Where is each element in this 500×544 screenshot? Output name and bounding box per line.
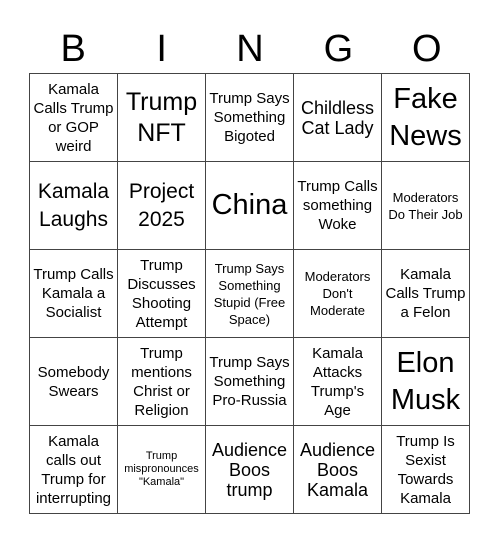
bingo-cell-text: Trump Says Something Stupid (Free Space) (213, 260, 286, 327)
bingo-cell[interactable]: Somebody Swears (30, 338, 118, 426)
bingo-cell-text: Somebody Swears (37, 363, 110, 400)
bingo-cell-text: Project 2025 (128, 179, 195, 231)
bingo-cell[interactable]: Elon Musk (382, 338, 470, 426)
bingo-cell-text: Trump Discusses Shooting Attempt (127, 256, 196, 331)
bingo-cell[interactable]: Trump Calls something Woke (294, 162, 382, 250)
bingo-cell-text: Moderators Do Their Job (388, 189, 463, 222)
bingo-cell-text: Trump mentions Christ or Religion (131, 344, 192, 419)
bingo-cell[interactable]: Kamala calls out Trump for interrupting (30, 426, 118, 514)
header-letter-o: O (412, 28, 442, 70)
bingo-cell[interactable]: Trump Says Something Pro-Russia (206, 338, 294, 426)
bingo-cell[interactable]: Kamala Calls Trump or GOP weird (30, 74, 118, 162)
bingo-cell[interactable]: Trump mentions Christ or Religion (118, 338, 206, 426)
bingo-cell[interactable]: Kamala Attacks Trump's Age (294, 338, 382, 426)
bingo-cell-text: Kamala Calls Trump a Felon (385, 266, 466, 321)
bingo-cell-text: Audience Boos trump (211, 439, 288, 500)
bingo-cell-text: Fake News (389, 82, 462, 152)
bingo-cell-text: Audience Boos Kamala (299, 439, 376, 500)
bingo-cell[interactable]: Fake News (382, 74, 470, 162)
header-letter-g: G (323, 28, 354, 70)
bingo-cell[interactable]: Moderators Don't Moderate (294, 250, 382, 338)
bingo-cell-text: Trump Calls something Woke (297, 178, 378, 233)
bingo-cell-text: Elon Musk (390, 346, 461, 416)
bingo-cell-text: China (211, 189, 288, 221)
header-letter-b: B (60, 28, 86, 70)
bingo-cell-text: Trump Says Something Bigoted (209, 90, 290, 145)
bingo-cell[interactable]: Kamala Laughs (30, 162, 118, 250)
bingo-grid: Kamala Calls Trump or GOP weird Trump NFT… (29, 73, 470, 514)
bingo-cell-text: Childless Cat Lady (300, 97, 375, 138)
bingo-cell-text: Kamala Calls Trump or GOP weird (33, 80, 114, 155)
header-letter-n: N (236, 28, 264, 70)
bingo-cell[interactable]: Project 2025 (118, 162, 206, 250)
bingo-cell-text: Kamala Attacks Trump's Age (310, 344, 365, 419)
bingo-cell[interactable]: Trump NFT (118, 74, 206, 162)
bingo-cell-text: Trump Is Sexist Towards Kamala (396, 432, 455, 507)
bingo-cell[interactable]: Trump Calls Kamala a Socialist (30, 250, 118, 338)
bingo-cell-text: Moderators Don't Moderate (304, 269, 371, 318)
bingo-cell[interactable]: Trump Says Something Bigoted (206, 74, 294, 162)
bingo-cell-text: Trump Says Something Pro-Russia (209, 354, 290, 409)
bingo-cell-text: Trump NFT (125, 87, 198, 147)
bingo-cell[interactable]: Kamala Calls Trump a Felon (382, 250, 470, 338)
bingo-cell[interactable]: Trump Discusses Shooting Attempt (118, 250, 206, 338)
bingo-cell[interactable]: Trump Is Sexist Towards Kamala (382, 426, 470, 514)
bingo-cell[interactable]: Trump mispronounces "Kamala" (118, 426, 206, 514)
bingo-cell-text: Trump mispronounces "Kamala" (124, 450, 199, 488)
bingo-header: B I N G O (29, 26, 471, 72)
bingo-cell[interactable]: Audience Boos Kamala (294, 426, 382, 514)
header-letter-i: I (156, 28, 167, 70)
bingo-cell[interactable]: Trump Says Something Stupid (Free Space) (206, 250, 294, 338)
bingo-cell[interactable]: Moderators Do Their Job (382, 162, 470, 250)
bingo-cell[interactable]: Audience Boos trump (206, 426, 294, 514)
bingo-cell[interactable]: China (206, 162, 294, 250)
bingo-cell-text: Kamala calls out Trump for interrupting (35, 432, 112, 507)
bingo-cell-text: Kamala Laughs (37, 179, 110, 231)
bingo-cell[interactable]: Childless Cat Lady (294, 74, 382, 162)
bingo-cell-text: Trump Calls Kamala a Socialist (33, 266, 114, 321)
